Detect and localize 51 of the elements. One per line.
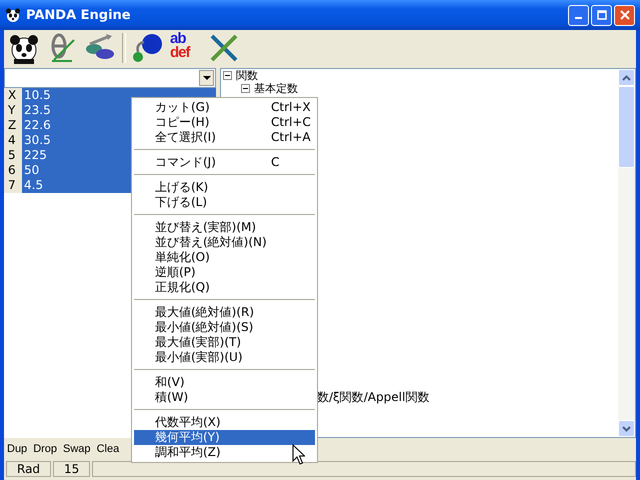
scrollbar[interactable] [618,69,635,437]
stack-label: Y [4,103,22,118]
tree-item[interactable]: 数/ξ関数/Appell関数 [317,389,430,406]
menu-item[interactable]: 逆順(P) [134,265,315,280]
menu-item[interactable]: 積(W) [134,390,315,405]
stack-button[interactable]: Drop [30,443,60,455]
maximize-icon [596,10,606,20]
dropdown-arrow-icon [202,76,210,80]
collapse-icon[interactable] [223,71,232,80]
scroll-up-button[interactable] [618,69,635,86]
menu-item[interactable]: 幾何平均(Y) [134,430,315,445]
stack-label: 4 [4,133,22,148]
circles-arrow-icon[interactable] [132,32,164,64]
collapse-icon[interactable] [241,84,250,93]
window-title: PANDA Engine [26,8,132,22]
minimize-icon [575,17,582,19]
menu-item[interactable]: 調和平均(Z) [134,445,315,460]
stack-button[interactable]: Dup [4,443,30,455]
stack-label: Z [4,118,22,133]
status-field: 15 [53,461,90,477]
scroll-thumb[interactable] [618,86,635,168]
maximize-button[interactable] [591,4,612,26]
close-icon [620,10,630,20]
tree-item[interactable]: 基本定数 [254,82,298,95]
letters-icon[interactable]: ab def [170,32,202,64]
stack-label: X [4,88,22,103]
stack-label: 6 [4,163,22,178]
stack-label: 5 [4,148,22,163]
menu-item[interactable]: 単純化(O) [134,250,315,265]
menu-item[interactable]: 代数平均(X) [134,415,315,430]
menu-item[interactable]: 最小値(絶対値)(S) [134,320,315,335]
close-button[interactable] [614,4,635,26]
stack-label: 7 [4,178,22,193]
panda-icon[interactable] [8,32,40,64]
status-field: Rad [6,461,52,477]
minimize-button[interactable] [568,4,589,26]
stack-button[interactable]: Swap [60,443,94,455]
menu-item[interactable]: 並び替え(絶対値)(N) [134,235,315,250]
tree-item[interactable]: 関数 [236,69,258,82]
menu-item[interactable]: 最大値(実部)(T) [134,335,315,350]
menu-item[interactable]: 正規化(Q) [134,280,315,295]
cross-icon[interactable] [208,32,240,64]
menu-item[interactable]: 最小値(実部)(U) [134,350,315,365]
panda-icon [5,7,21,23]
scroll-down-button[interactable] [618,420,635,437]
menu-item[interactable]: 並び替え(実部)(M) [134,220,315,235]
menu-item[interactable]: 和(V) [134,375,315,390]
menu-item[interactable]: 下げる(L) [134,195,315,210]
input-combobox[interactable] [4,68,216,88]
menu-item[interactable]: 最大値(絶対値)(R) [134,305,315,320]
stack-button[interactable]: Clea [94,443,122,455]
